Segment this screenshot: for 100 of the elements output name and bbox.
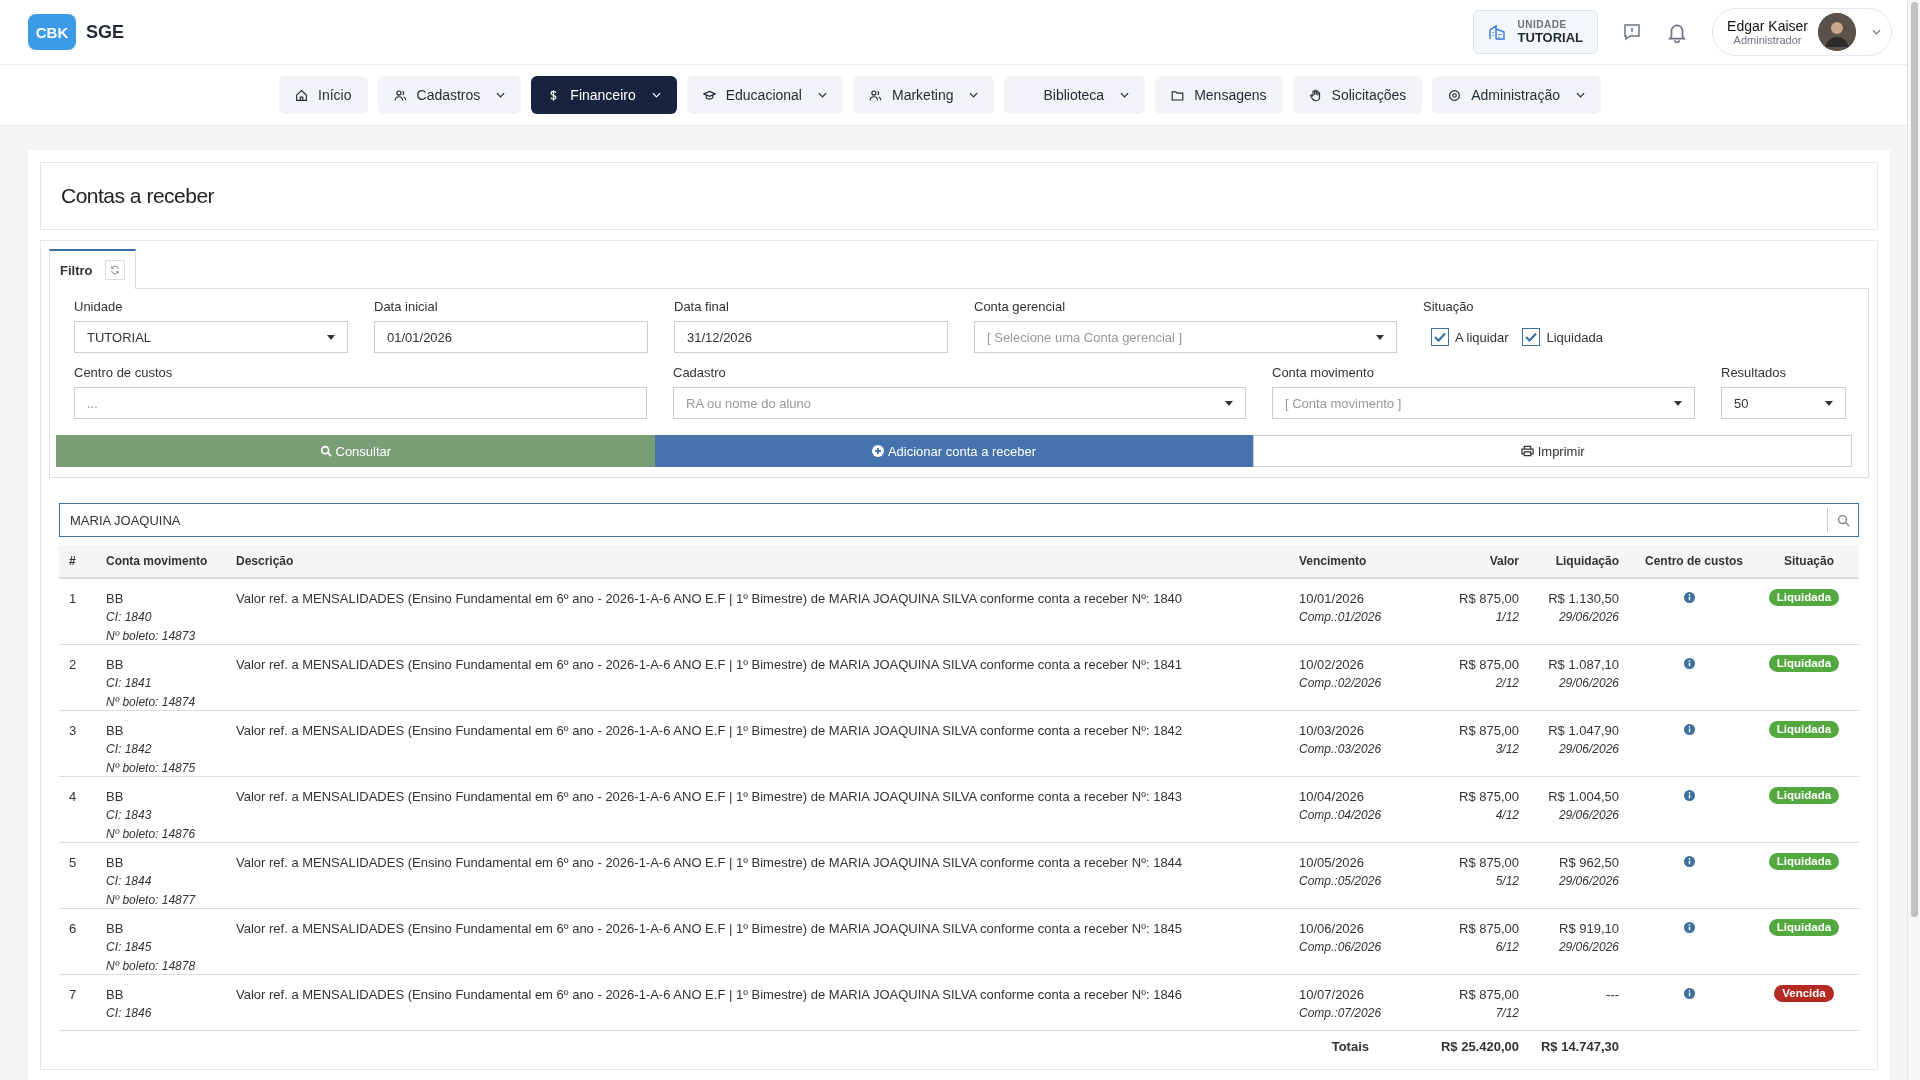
table-cell-text: Valor ref. a MENSALIDADES (Ensino Fundamental em 6º ano - 2026-1-A-6 ANO E.F | 1º Bimestre) de MARIA JOAQUINA SILVA conforme conta a receber Nº: 1845 — [235, 920, 1184, 938]
info-icon[interactable] — [1683, 922, 1695, 933]
row-number: 2 — [68, 656, 78, 674]
input-field[interactable]: 31/12/2026 — [674, 321, 948, 353]
scrollbar[interactable] — [1907, 0, 1920, 1080]
filter-tab[interactable]: Filtro — [49, 249, 136, 289]
table-cell-text: Nº boleto: 14877 — [106, 892, 196, 909]
table-cell-text: CI: 1841 — [106, 675, 152, 692]
table-cell-text: Nº boleto: 14873 — [106, 628, 196, 645]
hand-icon — [1308, 88, 1322, 102]
field-label: Cadastro — [673, 365, 727, 380]
table-cell-text: Comp.:06/2026 — [1299, 939, 1382, 956]
table-cell-text: Nº boleto: 14878 — [106, 958, 196, 975]
table-cell-text: R$ 14.747,30 — [1539, 1038, 1620, 1054]
table-cell-text: CI: 1846 — [106, 1005, 152, 1022]
nav-tab[interactable]: Marketing — [853, 76, 995, 114]
table-cell-text: CI: 1840 — [106, 609, 152, 626]
status-badge: Liquidada — [1768, 589, 1840, 606]
table-cell-text: 10/02/2026 — [1299, 656, 1365, 674]
nav-tab[interactable]: Início — [279, 76, 368, 114]
select-field[interactable]: 50 — [1721, 387, 1846, 419]
building-icon — [1487, 23, 1506, 41]
info-icon[interactable] — [1683, 790, 1695, 801]
caret-icon — [1825, 400, 1833, 406]
nav-tab[interactable]: Cadastros — [377, 76, 522, 114]
status-badge: Liquidada — [1768, 721, 1840, 738]
field-label: Resultados — [1721, 365, 1788, 380]
column-header: Liquidação — [1554, 554, 1620, 568]
chevron-down-icon — [1872, 29, 1881, 35]
message-alert-icon[interactable] — [1622, 22, 1643, 42]
table-cell-text: R$ 1.004,50 — [1548, 788, 1619, 806]
field-label: Situação — [1423, 299, 1475, 314]
search-icon — [319, 445, 332, 457]
action-button[interactable]: Adicionar conta a receber — [654, 435, 1254, 467]
column-header: Centro de custos — [1644, 554, 1744, 568]
table-cell-text: R$ 875,00 — [1459, 656, 1519, 674]
checkbox[interactable] — [1431, 328, 1449, 346]
table-cell-text: Nº boleto: 14875 — [106, 760, 196, 777]
row-number: 7 — [68, 986, 78, 1004]
table-cell-text: 29/06/2026 — [1558, 939, 1619, 956]
search-field[interactable]: MARIA JOAQUINA — [59, 503, 1859, 537]
row-number: 1 — [68, 590, 78, 608]
checkbox[interactable] — [1522, 328, 1541, 346]
info-icon[interactable] — [1683, 988, 1695, 999]
caret-icon — [1674, 400, 1682, 406]
table-cell-text: 10/04/2026 — [1299, 788, 1365, 806]
select-field[interactable]: TUTORIAL — [74, 321, 348, 353]
refresh-icon[interactable] — [104, 260, 125, 280]
table-cell: R$ 25.420,00 — [1439, 1038, 1519, 1054]
field-label: Data inicial — [374, 299, 439, 314]
info-icon[interactable] — [1683, 724, 1695, 735]
nav-tab[interactable]: Solicitações — [1292, 76, 1423, 114]
search-icon[interactable] — [1836, 513, 1850, 527]
table-cell-text: 6/12 — [1495, 939, 1519, 956]
app-name: SGE — [86, 21, 124, 43]
table-cell-text: R$ 875,00 — [1459, 788, 1519, 806]
table-cell-text: Valor ref. a MENSALIDADES (Ensino Fundamental em 6º ano - 2026-1-A-6 ANO E.F | 1º Bimestre) de MARIA JOAQUINA SILVA conforme conta a receber Nº: 1842 — [235, 722, 1184, 740]
unit-selector[interactable]: UNIDADE TUTORIAL — [1472, 10, 1599, 54]
field-label: Data final — [674, 299, 730, 314]
checkbox-label: A liquidar — [1455, 329, 1509, 345]
table-cell-text: 29/06/2026 — [1558, 609, 1619, 626]
column-header: # — [68, 554, 77, 568]
nav-tab[interactable]: Mensagens — [1155, 76, 1283, 114]
column-header: Vencimento — [1298, 554, 1368, 568]
action-button[interactable]: Imprimir — [1253, 435, 1852, 467]
info-icon[interactable] — [1683, 856, 1695, 867]
info-icon[interactable] — [1683, 592, 1695, 603]
row-number: 5 — [68, 854, 78, 872]
table-cell-text: Comp.:02/2026 — [1299, 675, 1382, 692]
info-icon[interactable] — [1683, 658, 1695, 669]
table-cell-text: BB — [106, 722, 124, 740]
nav-tab[interactable]: Educacional — [686, 76, 843, 114]
table-cell-text: 7/12 — [1495, 1005, 1519, 1022]
row-number: 3 — [68, 722, 78, 740]
field-label: Centro de custos — [74, 365, 174, 380]
nav-tab[interactable]: Administração — [1432, 76, 1601, 114]
table-cell-text: 29/06/2026 — [1558, 873, 1619, 890]
table-cell-text: 29/06/2026 — [1558, 807, 1619, 824]
field-label: Conta gerencial — [974, 299, 1067, 314]
users-icon — [393, 88, 407, 102]
table-cell-text: CI: 1843 — [106, 807, 152, 824]
input-field[interactable]: 01/01/2026 — [374, 321, 648, 353]
table-cell-text: 10/05/2026 — [1299, 854, 1365, 872]
plus-circle-icon — [871, 445, 884, 457]
table-cell-text: 2/12 — [1495, 675, 1519, 692]
totals-label: Totais — [1330, 1038, 1370, 1054]
caret-icon — [327, 334, 335, 340]
row-number: 4 — [68, 788, 78, 806]
nav-tab[interactable]: Biblioteca — [1004, 76, 1146, 114]
table-cell-text: 3/12 — [1495, 741, 1519, 758]
nav-tab[interactable]: Financeiro — [531, 76, 677, 114]
table-cell-text: BB — [106, 986, 124, 1004]
status-badge: Liquidada — [1768, 919, 1840, 936]
table-cell-text: 29/06/2026 — [1558, 675, 1619, 692]
table-cell-text: BB — [106, 788, 124, 806]
table-cell-text: 10/06/2026 — [1299, 920, 1365, 938]
status-badge: Liquidada — [1768, 655, 1840, 672]
table-cell-text: Comp.:07/2026 — [1299, 1005, 1382, 1022]
table-cell-text: BB — [106, 854, 124, 872]
users-icon — [869, 88, 882, 102]
